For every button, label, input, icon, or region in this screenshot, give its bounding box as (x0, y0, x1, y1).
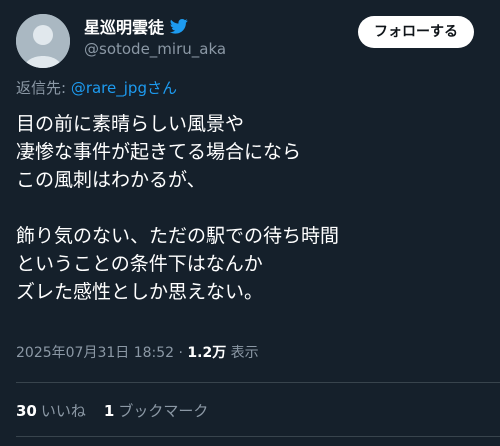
bookmarks-stat[interactable]: 1 ブックマーク (104, 400, 208, 421)
likes-stat[interactable]: 30 いいね (16, 400, 86, 421)
tweet-text: 目の前に素晴らしい風景や 凄惨な事件が起きてる場合になら この風刺はわかるが、 … (16, 110, 486, 306)
display-name-row: 星巡明雲徒 (84, 14, 304, 38)
avatar[interactable] (16, 14, 70, 68)
tweet-text-line: ズレた感性としか思えない。 (16, 281, 264, 303)
views-label: 表示 (226, 345, 259, 361)
tweet-header: 星巡明雲徒 @sotode_miru_aka フォローする (16, 10, 484, 68)
reply-target-link[interactable]: @rare_jpgさん (71, 79, 177, 97)
reply-to-line: 返信先: @rare_jpgさん (16, 77, 177, 98)
tweet-text-line: 飾り気のない、ただの駅での待ち時間 (16, 225, 340, 247)
twitter-bird-icon (169, 17, 188, 35)
likes-label: いいね (40, 402, 86, 420)
follow-button[interactable]: フォローする (358, 16, 474, 48)
tweet-text-line: 目の前に素晴らしい風景や (16, 113, 245, 135)
default-avatar-icon (16, 14, 70, 68)
reply-prefix: 返信先: (16, 79, 71, 97)
engagement-stats: 30 いいね 1 ブックマーク (16, 400, 208, 421)
divider (16, 382, 500, 383)
timestamp-link[interactable]: 2025年07月31日 18:52 (16, 345, 174, 361)
tweet-card: 星巡明雲徒 @sotode_miru_aka フォローする 返信先: @rare… (0, 0, 500, 446)
bookmarks-label: ブックマーク (118, 402, 209, 420)
display-name[interactable]: 星巡明雲徒 (84, 14, 164, 38)
user-info: 星巡明雲徒 @sotode_miru_aka (84, 14, 304, 58)
user-handle[interactable]: @sotode_miru_aka (84, 40, 304, 58)
meta-separator: · (174, 345, 188, 361)
divider (16, 436, 500, 437)
tweet-text-line: 凄惨な事件が起きてる場合になら (16, 141, 302, 163)
tweet-text-line: この風刺はわかるが、 (16, 169, 206, 191)
likes-count: 30 (16, 402, 37, 420)
tweet-text-line: ということの条件下はなんか (16, 253, 263, 275)
views-count: 1.2万 (187, 345, 227, 361)
bookmarks-count: 1 (103, 402, 115, 420)
tweet-meta: 2025年07月31日 18:52 · 1.2万 表示 (16, 342, 259, 362)
